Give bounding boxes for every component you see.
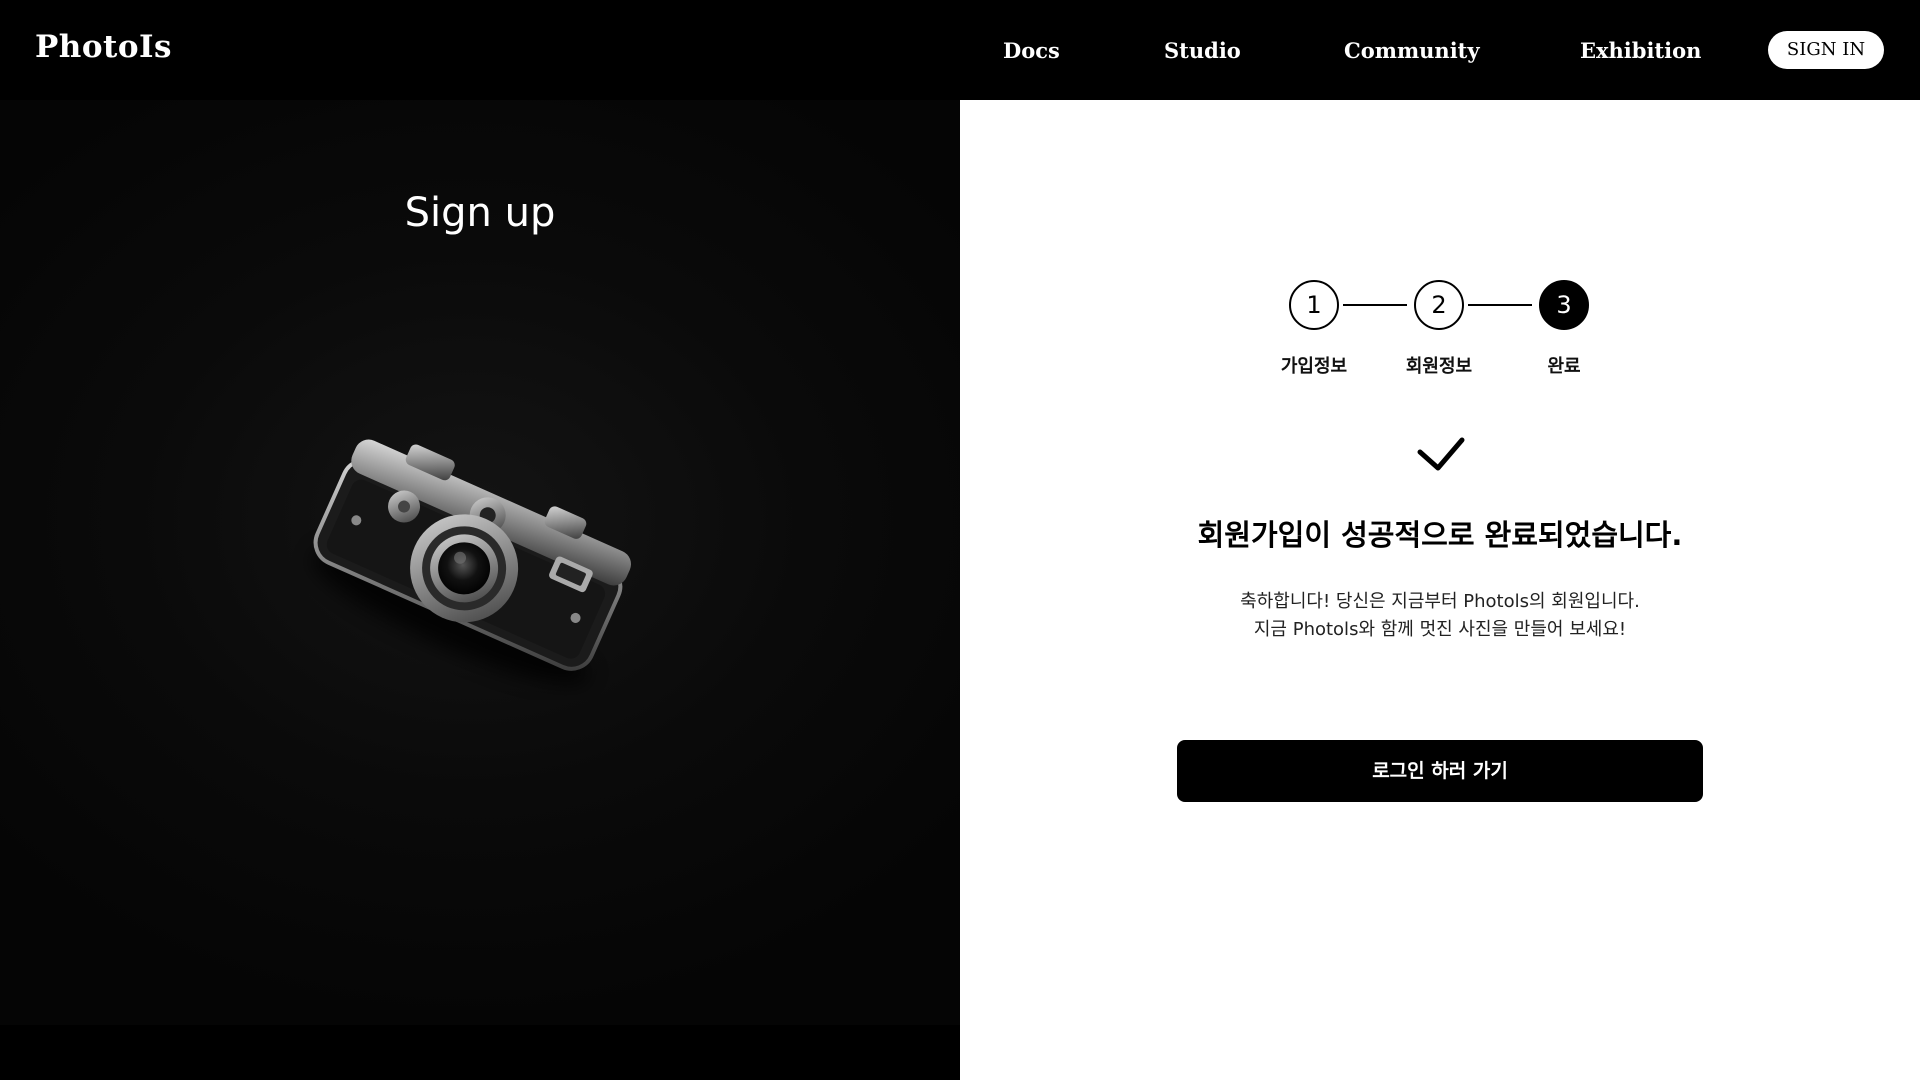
step-2-circle: 2 bbox=[1414, 280, 1464, 330]
step-3-label: 완료 bbox=[1547, 356, 1581, 377]
step-connector bbox=[1468, 304, 1532, 306]
success-message: 축하합니다! 당신은 지금부터 Photols의 회원입니다. 지금 Photo… bbox=[960, 588, 1920, 644]
nav-link-community[interactable]: Community bbox=[1344, 36, 1480, 66]
step-connector bbox=[1343, 304, 1407, 306]
nav-link-exhibition[interactable]: Exhibition bbox=[1580, 36, 1701, 66]
signup-stepper: 1 2 3 가입정보 회원정보 완료 bbox=[960, 100, 1920, 400]
success-message-line-2: 지금 Photols와 함께 멋진 사진을 만들어 보세요! bbox=[1253, 619, 1627, 640]
sign-in-button[interactable]: SIGN IN bbox=[1768, 31, 1884, 69]
brand-logo[interactable]: PhotoIs bbox=[35, 29, 172, 65]
top-nav-bar: PhotoIs Docs Studio Community Exhibition… bbox=[0, 0, 1920, 100]
signup-complete-panel: 1 2 3 가입정보 회원정보 완료 회원가입이 성공적으로 완료되었습니다. … bbox=[960, 100, 1920, 1080]
hero-title: Sign up bbox=[404, 190, 556, 236]
check-icon bbox=[1417, 437, 1465, 471]
step-1-label: 가입정보 bbox=[1280, 356, 1348, 377]
step-1-circle: 1 bbox=[1289, 280, 1339, 330]
success-message-line-1: 축하합니다! 당신은 지금부터 Photols의 회원입니다. bbox=[1240, 591, 1640, 612]
step-2-label: 회원정보 bbox=[1405, 356, 1473, 377]
hero-photo: Sign up bbox=[0, 100, 960, 1025]
nav-link-docs[interactable]: Docs bbox=[1003, 36, 1060, 66]
camera-illustration bbox=[312, 439, 632, 684]
step-3-circle-active: 3 bbox=[1539, 280, 1589, 330]
nav-link-studio[interactable]: Studio bbox=[1164, 36, 1241, 66]
go-to-login-button[interactable]: 로그인 하러 가기 bbox=[1177, 740, 1703, 802]
hero-panel: Sign up bbox=[0, 100, 960, 1080]
success-title: 회원가입이 성공적으로 완료되었습니다. bbox=[1197, 518, 1683, 552]
